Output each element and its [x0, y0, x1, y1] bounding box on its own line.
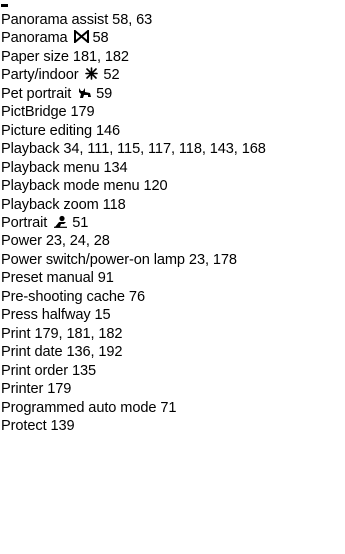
entry-term: Portrait [1, 214, 48, 231]
entry-term: Playback zoom [1, 196, 99, 213]
entry-term: Power switch/power-on lamp [1, 251, 185, 268]
index-entry: Power 23, 24, 28 [1, 232, 266, 250]
index-entry: Panorama assist 58, 63 [1, 11, 266, 29]
section-rule [1, 4, 8, 7]
panorama-bowtie-icon [73, 30, 89, 44]
entry-pages: 118 [102, 196, 126, 213]
entry-pages: 146 [95, 122, 121, 139]
entry-pages: 91 [97, 270, 114, 287]
index-page: Panorama assist 58, 63 Panorama 58 Paper… [0, 0, 345, 554]
entry-term: Party/indoor [1, 67, 79, 84]
index-entry: Print order 135 [1, 362, 266, 380]
index-entry: Print date 136, 192 [1, 343, 266, 361]
index-entry: Picture editing 146 [1, 122, 266, 140]
index-entry: Protect 139 [1, 417, 266, 435]
entry-term: Press halfway [1, 307, 91, 324]
index-entry: Programmed auto mode 71 [1, 399, 266, 417]
entry-term: Pre-shooting cache [1, 288, 125, 305]
entry-term: Programmed auto mode [1, 399, 157, 416]
index-entry: Portrait 51 [1, 214, 266, 232]
entry-term: Playback mode menu [1, 178, 140, 195]
entry-term: PictBridge [1, 104, 67, 121]
entry-term: Print [1, 325, 31, 342]
entry-pages: 139 [50, 417, 75, 434]
entry-term: Protect [1, 417, 47, 434]
entry-term: Picture editing [1, 122, 92, 139]
entry-pages: 23, 24, 28 [45, 233, 110, 250]
index-entry: Playback 34, 111, 115, 117, 118, 143, 16… [1, 140, 266, 158]
entry-pages: 15 [94, 307, 111, 324]
entry-pages: 179 [70, 104, 95, 121]
portrait-icon [53, 215, 68, 228]
index-entry: Pre-shooting cache 76 [1, 288, 266, 306]
entry-term: Print order [1, 362, 69, 379]
index-entry: PictBridge 179 [1, 103, 266, 121]
index-entry: Paper size 181, 182 [1, 48, 266, 66]
entry-term: Pet portrait [1, 85, 72, 102]
party-indoor-icon [84, 67, 99, 81]
entry-term: Printer [1, 381, 44, 398]
entry-term: Print date [1, 344, 63, 361]
index-entry: Party/indoor 52 [1, 66, 266, 84]
entry-pages: 23, 178 [188, 251, 237, 268]
entry-pages: 76 [128, 288, 145, 305]
index-entry: Playback menu 134 [1, 159, 266, 177]
entry-pages: 58 [92, 30, 109, 47]
entry-term: Power [1, 233, 42, 250]
pet-portrait-icon [77, 86, 92, 99]
entry-term: Panorama assist [1, 12, 109, 28]
entry-pages: 51 [72, 214, 89, 231]
entry-pages: 181, 182 [72, 48, 129, 65]
index-entry: Press halfway 15 [1, 306, 266, 324]
entry-pages: 179, 181, 182 [34, 325, 123, 342]
entry-pages: 136, 192 [66, 344, 123, 361]
entry-pages: 179 [47, 381, 72, 398]
entry-pages: 135 [72, 362, 97, 379]
index-entry: Printer 179 [1, 380, 266, 398]
entry-pages: 59 [96, 85, 113, 102]
index-entry: Panorama 58 [1, 29, 266, 47]
index-entry: Preset manual 91 [1, 269, 266, 287]
index-entry: Print 179, 181, 182 [1, 325, 266, 343]
index-entry: Pet portrait 59 [1, 85, 266, 103]
index-entry: Power switch/power-on lamp 23, 178 [1, 251, 266, 269]
entry-pages: 120 [143, 178, 168, 195]
entry-term: Playback menu [1, 159, 100, 176]
entry-term: Playback [1, 141, 60, 158]
entry-pages: 58, 63 [112, 12, 153, 28]
entry-term: Preset manual [1, 270, 94, 287]
entry-pages: 71 [160, 399, 177, 416]
entry-term: Panorama [1, 30, 68, 47]
entry-pages: 34, 111, 115, 117, 118, 143, 168 [63, 141, 266, 158]
entry-pages: 134 [103, 159, 128, 176]
entry-term: Paper size [1, 48, 69, 65]
index-list: Panorama assist 58, 63 Panorama 58 Paper… [1, 11, 266, 435]
entry-pages: 52 [103, 67, 120, 84]
index-entry: Playback zoom 118 [1, 196, 266, 214]
index-entry: Playback mode menu 120 [1, 177, 266, 195]
